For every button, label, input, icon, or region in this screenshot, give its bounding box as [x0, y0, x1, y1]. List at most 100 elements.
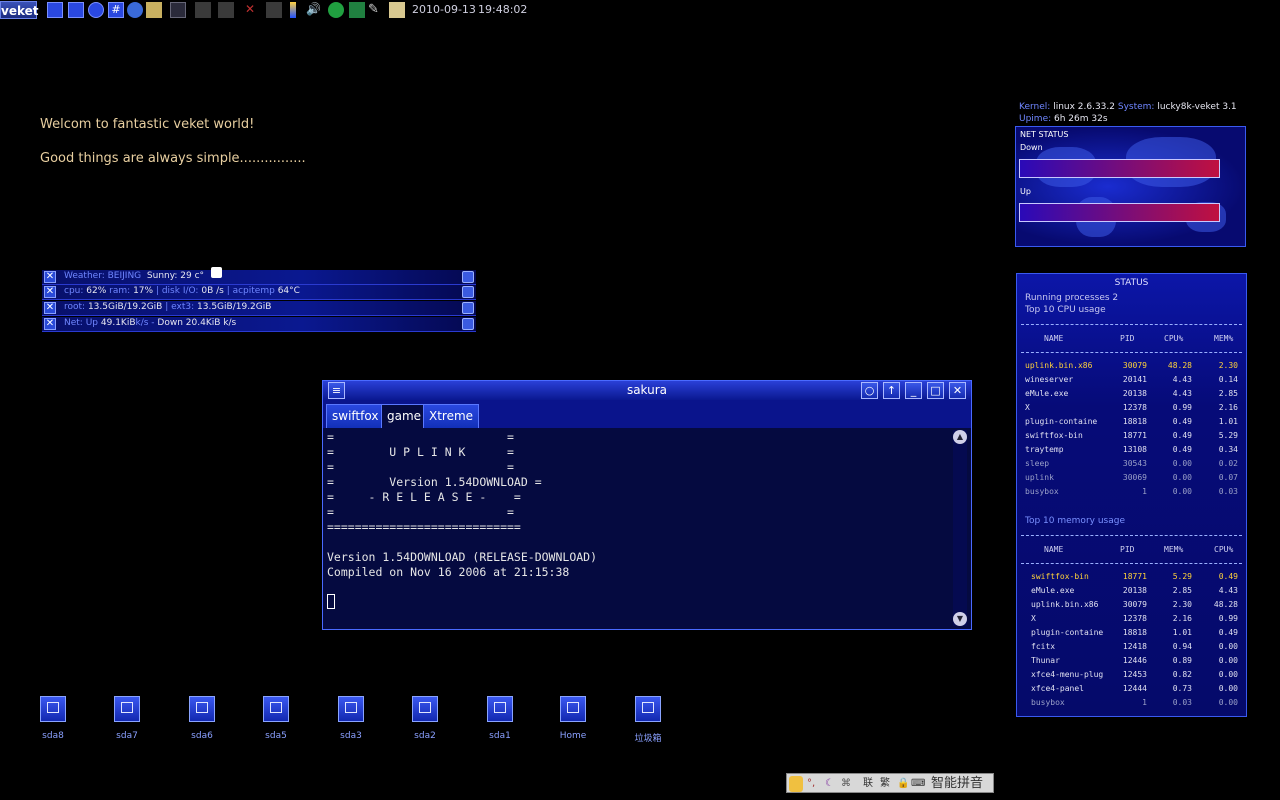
icon-label: sda2 — [414, 731, 436, 741]
process-col3: 2.30 — [1172, 600, 1192, 609]
process-pid: 12418 — [1122, 642, 1147, 651]
desktop-icon-sda3[interactable]: sda3 — [323, 696, 379, 741]
process-pid: 1 — [1142, 698, 1147, 707]
terminal-screen[interactable]: = = = U P L I N K = = = = Version 1.54DO… — [327, 430, 954, 625]
tab-game[interactable]: game — [381, 404, 428, 428]
shield-icon[interactable] — [47, 2, 63, 18]
close-x-icon[interactable]: ✕ — [242, 2, 258, 18]
drive-icon — [114, 696, 140, 722]
sakura-terminal-window[interactable]: ≡ sakura ○ ↑ _ □ ✕ swiftfox game Xtreme … — [322, 380, 972, 630]
raise-icon[interactable]: ↑ — [883, 382, 900, 399]
punctuation-icon[interactable]: °, — [807, 776, 815, 792]
process-name: eMule.exe — [1031, 586, 1075, 595]
window-icon[interactable] — [68, 2, 84, 18]
paperclip-icon[interactable]: ✎ — [368, 2, 384, 18]
volume-icon[interactable]: 🔊 — [306, 2, 322, 18]
scroll-down-icon[interactable]: ▼ — [953, 612, 967, 626]
settings-icon[interactable] — [462, 302, 474, 314]
network-monitor-icon[interactable] — [349, 2, 365, 18]
uptime-info: Upime: 6h 26m 32s — [1019, 114, 1108, 124]
terminal-line: Version 1.54DOWNLOAD (RELEASE-DOWNLOAD) — [327, 550, 598, 564]
moon-icon[interactable]: ☾ — [825, 776, 834, 792]
close-icon[interactable]: ✕ — [44, 318, 56, 330]
taskbar-window-icon[interactable] — [195, 2, 211, 18]
desktop-icon-sda8[interactable]: sda8 — [25, 696, 81, 741]
close-icon[interactable]: ✕ — [44, 302, 56, 314]
settings-icon[interactable] — [462, 318, 474, 330]
divider — [1021, 535, 1242, 536]
process-col4: 1.01 — [1218, 417, 1238, 426]
minimize-icon[interactable]: _ — [905, 382, 922, 399]
terminal-line: = Version 1.54DOWNLOAD = — [327, 475, 542, 489]
process-col4: 2.30 — [1218, 361, 1238, 370]
process-col4: 0.02 — [1218, 459, 1238, 468]
scroll-up-icon[interactable]: ▲ — [953, 430, 967, 444]
terminal-hash-icon[interactable]: # — [108, 2, 124, 18]
browser-globe-icon[interactable] — [127, 2, 143, 18]
soft-keyboard-icon[interactable]: ⌘ — [841, 776, 851, 792]
process-pid: 12444 — [1122, 684, 1147, 693]
process-col3: 2.85 — [1172, 586, 1192, 595]
traditional-toggle[interactable]: 繁 — [880, 776, 890, 792]
running-processes: Running processes 2 — [1025, 293, 1119, 303]
desktop-icon-sda2[interactable]: sda2 — [397, 696, 453, 741]
header-mem: MEM% — [1214, 334, 1234, 343]
penguin-icon[interactable] — [789, 776, 803, 792]
circle-app-icon[interactable] — [88, 2, 104, 18]
process-row: sleep 30543 0.00 0.02 — [1017, 459, 1246, 473]
tab-swiftfox[interactable]: swiftfox — [326, 404, 385, 428]
display-icon[interactable] — [170, 2, 186, 18]
input-method-bar[interactable]: °, ☾ ⌘ 联 繁 🔒 ⌨ 智能拼音 — [786, 773, 994, 793]
process-pid: 30079 — [1122, 361, 1147, 370]
drive-icon — [189, 696, 215, 722]
ime-name[interactable]: 智能拼音 — [931, 776, 983, 792]
icon-label: sda8 — [42, 731, 64, 741]
process-name: X — [1031, 614, 1036, 623]
desktop-icon-home[interactable]: Home — [545, 696, 601, 741]
process-pid: 1 — [1142, 487, 1147, 496]
process-col3: 2.16 — [1172, 614, 1192, 623]
desktop-icon-trash[interactable]: 垃圾箱 — [620, 696, 676, 744]
header-name: NAME — [1044, 545, 1064, 554]
desktop-icon-sda5[interactable]: sda5 — [248, 696, 304, 741]
desktop-icon-sda7[interactable]: sda7 — [99, 696, 155, 741]
process-row: fcitx 12418 0.94 0.00 — [1017, 642, 1246, 656]
start-menu-button[interactable]: veket — [0, 1, 39, 19]
process-col4: 2.16 — [1218, 403, 1238, 412]
close-icon[interactable]: ✕ — [949, 382, 966, 399]
tools-icon[interactable] — [218, 2, 234, 18]
tab-xtreme[interactable]: Xtreme — [423, 404, 480, 428]
keyboard-icon[interactable]: ⌨ — [911, 776, 925, 792]
top-cpu-title: Top 10 CPU usage — [1025, 305, 1106, 315]
weather-row: ✕ Weather: BEIJING Sunny: 29 c° — [42, 267, 476, 285]
ext3-label: | ext3: — [165, 302, 195, 312]
scrollbar[interactable]: ▲ ▼ — [953, 430, 967, 626]
process-pid: 18771 — [1122, 572, 1147, 581]
minimized-window-icon[interactable] — [266, 2, 282, 18]
close-icon[interactable]: ✕ — [44, 271, 56, 283]
terminal-line: ============================ — [327, 520, 521, 534]
desktop-icon-sda1[interactable]: sda1 — [472, 696, 528, 741]
header-name: NAME — [1044, 334, 1064, 343]
lianxiang-toggle[interactable]: 联 — [863, 776, 873, 792]
process-col3: 0.00 — [1172, 459, 1192, 468]
process-col4: 0.03 — [1218, 487, 1238, 496]
network-status-icon[interactable] — [328, 2, 344, 18]
close-icon[interactable]: ✕ — [44, 286, 56, 298]
desktop-icon-sda6[interactable]: sda6 — [174, 696, 230, 741]
maximize-icon[interactable]: □ — [927, 382, 944, 399]
folder-icon[interactable] — [146, 2, 162, 18]
terminal-line: = = — [327, 430, 514, 444]
process-row: X 12378 2.16 0.99 — [1017, 614, 1246, 628]
icon-label: Home — [559, 731, 587, 741]
process-row: busybox 1 0.00 0.03 — [1017, 487, 1246, 501]
terminal-line: = U P L I N K = — [327, 445, 514, 459]
settings-icon[interactable] — [462, 286, 474, 298]
settings-icon[interactable] — [462, 271, 474, 283]
title-bar[interactable]: ≡ sakura ○ ↑ _ □ ✕ — [323, 381, 971, 400]
process-col4: 5.29 — [1218, 431, 1238, 440]
clipboard-icon[interactable] — [389, 2, 405, 18]
lock-icon[interactable]: 🔒 — [897, 776, 909, 792]
sticky-icon[interactable]: ○ — [861, 382, 878, 399]
status-panel: STATUS Running processes 2 Top 10 CPU us… — [1016, 273, 1247, 717]
